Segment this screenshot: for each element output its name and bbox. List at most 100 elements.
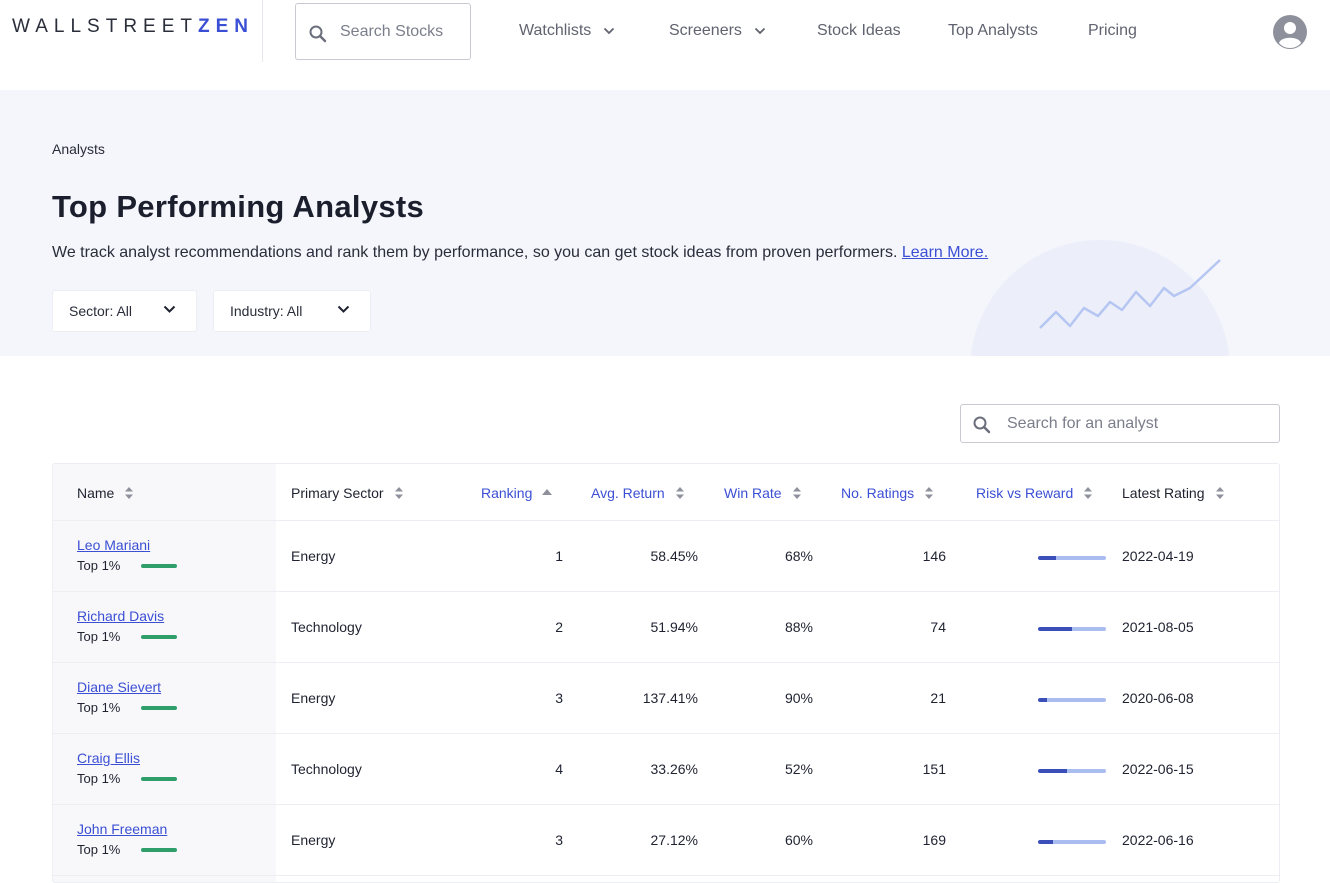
- sort-icon: [394, 487, 403, 499]
- latest-rating-cell: 2021-08-05: [1122, 619, 1194, 635]
- win-rate-cell: 52%: [784, 761, 813, 777]
- primary-sector-cell: Energy: [291, 832, 336, 848]
- search-stocks-box[interactable]: [295, 3, 471, 60]
- logo-wall: WALLSTREET: [12, 16, 198, 37]
- table-row: Craig Ellis Top 1% Technology 4 33.26% 5…: [53, 734, 1279, 805]
- sort-icon: [125, 487, 134, 499]
- search-icon: [308, 24, 328, 49]
- latest-rating-cell: 2022-04-19: [1122, 548, 1194, 564]
- analyst-search-box[interactable]: [960, 404, 1280, 443]
- column-header-latest-rating[interactable]: Latest Rating: [1122, 485, 1225, 501]
- nav-stock-ideas[interactable]: Stock Ideas: [817, 22, 901, 40]
- nav-screeners-label: Screeners: [669, 22, 742, 39]
- column-header-avg-return[interactable]: Avg. Return: [591, 485, 685, 501]
- no-ratings-cell: 21: [930, 690, 946, 706]
- column-header-no-ratings[interactable]: No. Ratings: [841, 485, 934, 501]
- ranking-cell: 3: [555, 832, 563, 848]
- primary-sector-cell: Technology: [291, 761, 362, 777]
- primary-sector-cell: Energy: [291, 548, 336, 564]
- industry-filter-dropdown[interactable]: Industry: All: [213, 290, 371, 332]
- column-header-win-rate-label: Win Rate: [724, 485, 782, 501]
- win-rate-cell: 60%: [784, 832, 813, 848]
- risk-reward-bar: [1038, 769, 1106, 773]
- column-header-primary-sector[interactable]: Primary Sector: [291, 485, 404, 501]
- nav-watchlists[interactable]: Watchlists: [519, 22, 615, 40]
- risk-reward-bar: [1038, 840, 1106, 844]
- nav-pricing[interactable]: Pricing: [1088, 22, 1137, 40]
- chevron-down-icon: [337, 305, 350, 313]
- page-description-text: We track analyst recommendations and ran…: [52, 244, 898, 261]
- analyst-name-link[interactable]: Craig Ellis: [77, 750, 140, 766]
- analyst-tier-bar: [141, 777, 177, 781]
- column-header-win-rate[interactable]: Win Rate: [724, 485, 802, 501]
- sector-filter-dropdown[interactable]: Sector: All: [52, 290, 197, 332]
- nav-stock-ideas-label: Stock Ideas: [817, 22, 901, 39]
- column-header-risk-vs-reward-label: Risk vs Reward: [976, 485, 1074, 501]
- ranking-cell: 3: [555, 690, 563, 706]
- analyst-search-input[interactable]: [1007, 413, 1267, 435]
- win-rate-cell: 88%: [784, 619, 813, 635]
- column-header-name-label: Name: [77, 485, 115, 501]
- chevron-down-icon: [754, 27, 766, 35]
- table-header: Name Primary Sector Ranking Avg. Return …: [53, 464, 1279, 521]
- analyst-tier-bar: [141, 706, 177, 710]
- sort-icon: [675, 487, 684, 499]
- latest-rating-cell: 2022-06-16: [1122, 832, 1194, 848]
- page-description: We track analyst recommendations and ran…: [52, 244, 988, 262]
- nav-screeners[interactable]: Screeners: [669, 22, 766, 40]
- no-ratings-cell: 74: [930, 619, 946, 635]
- chevron-down-icon: [604, 27, 615, 35]
- user-avatar-icon[interactable]: [1273, 15, 1307, 49]
- chart-decoration-icon: [970, 240, 1230, 356]
- risk-reward-fill: [1038, 840, 1053, 844]
- nav-pricing-label: Pricing: [1088, 22, 1137, 39]
- column-header-latest-rating-label: Latest Rating: [1122, 485, 1205, 501]
- column-header-name[interactable]: Name: [77, 485, 134, 501]
- ranking-cell: 1: [555, 548, 563, 564]
- column-header-ranking[interactable]: Ranking: [481, 485, 553, 501]
- avg-return-cell: 33.26%: [650, 761, 698, 777]
- risk-reward-bar: [1038, 627, 1106, 631]
- logo-zen: ZEN: [198, 16, 254, 37]
- analyst-tier-bar: [141, 848, 177, 852]
- latest-rating-cell: 2022-06-15: [1122, 761, 1194, 777]
- analyst-name-link[interactable]: Diane Sievert: [77, 679, 161, 695]
- analyst-name-link[interactable]: John Freeman: [77, 821, 167, 837]
- avg-return-cell: 137.41%: [642, 690, 698, 706]
- industry-filter-label: Industry: All: [230, 303, 303, 319]
- sort-icon: [925, 487, 934, 499]
- top-navigation: WALLSTREETZEN Watchlists Screeners Stock…: [0, 0, 1330, 90]
- sort-icon: [1084, 487, 1093, 499]
- page-title: Top Performing Analysts: [52, 189, 425, 224]
- sector-filter-label: Sector: All: [69, 303, 133, 319]
- analyst-tier-bar: [141, 635, 177, 639]
- primary-sector-cell: Technology: [291, 619, 362, 635]
- no-ratings-cell: 146: [922, 548, 946, 564]
- learn-more-link[interactable]: Learn More.: [902, 244, 988, 261]
- risk-reward-bar: [1038, 556, 1106, 560]
- wallstreetzen-logo[interactable]: WALLSTREETZEN: [12, 16, 254, 38]
- column-header-avg-return-label: Avg. Return: [591, 485, 665, 501]
- ranking-cell: 2: [555, 619, 563, 635]
- risk-reward-bar: [1038, 698, 1106, 702]
- search-icon: [972, 415, 992, 440]
- analyst-tier-label: Top 1%: [77, 771, 121, 786]
- column-header-no-ratings-label: No. Ratings: [841, 485, 915, 501]
- analyst-name-link[interactable]: Leo Mariani: [77, 537, 150, 553]
- breadcrumb[interactable]: Analysts: [52, 141, 105, 157]
- avg-return-cell: 58.45%: [650, 548, 698, 564]
- nav-watchlists-label: Watchlists: [519, 22, 592, 39]
- analyst-name-link[interactable]: Richard Davis: [77, 608, 164, 624]
- column-header-risk-vs-reward[interactable]: Risk vs Reward: [976, 485, 1093, 501]
- analyst-tier-bar: [141, 564, 177, 568]
- sort-ascending-icon: [542, 489, 553, 495]
- column-header-primary-sector-label: Primary Sector: [291, 485, 384, 501]
- table-row: John Freeman Top 1% Energy 3 27.12% 60% …: [53, 805, 1279, 876]
- search-stocks-input[interactable]: [340, 20, 464, 44]
- primary-sector-cell: Energy: [291, 690, 336, 706]
- column-header-ranking-label: Ranking: [481, 485, 533, 501]
- table-row: Diane Sievert Top 1% Energy 3 137.41% 90…: [53, 663, 1279, 734]
- nav-top-analysts[interactable]: Top Analysts: [948, 22, 1038, 40]
- win-rate-cell: 90%: [784, 690, 813, 706]
- table-row: Leo Mariani Top 1% Energy 1 58.45% 68% 1…: [53, 521, 1279, 592]
